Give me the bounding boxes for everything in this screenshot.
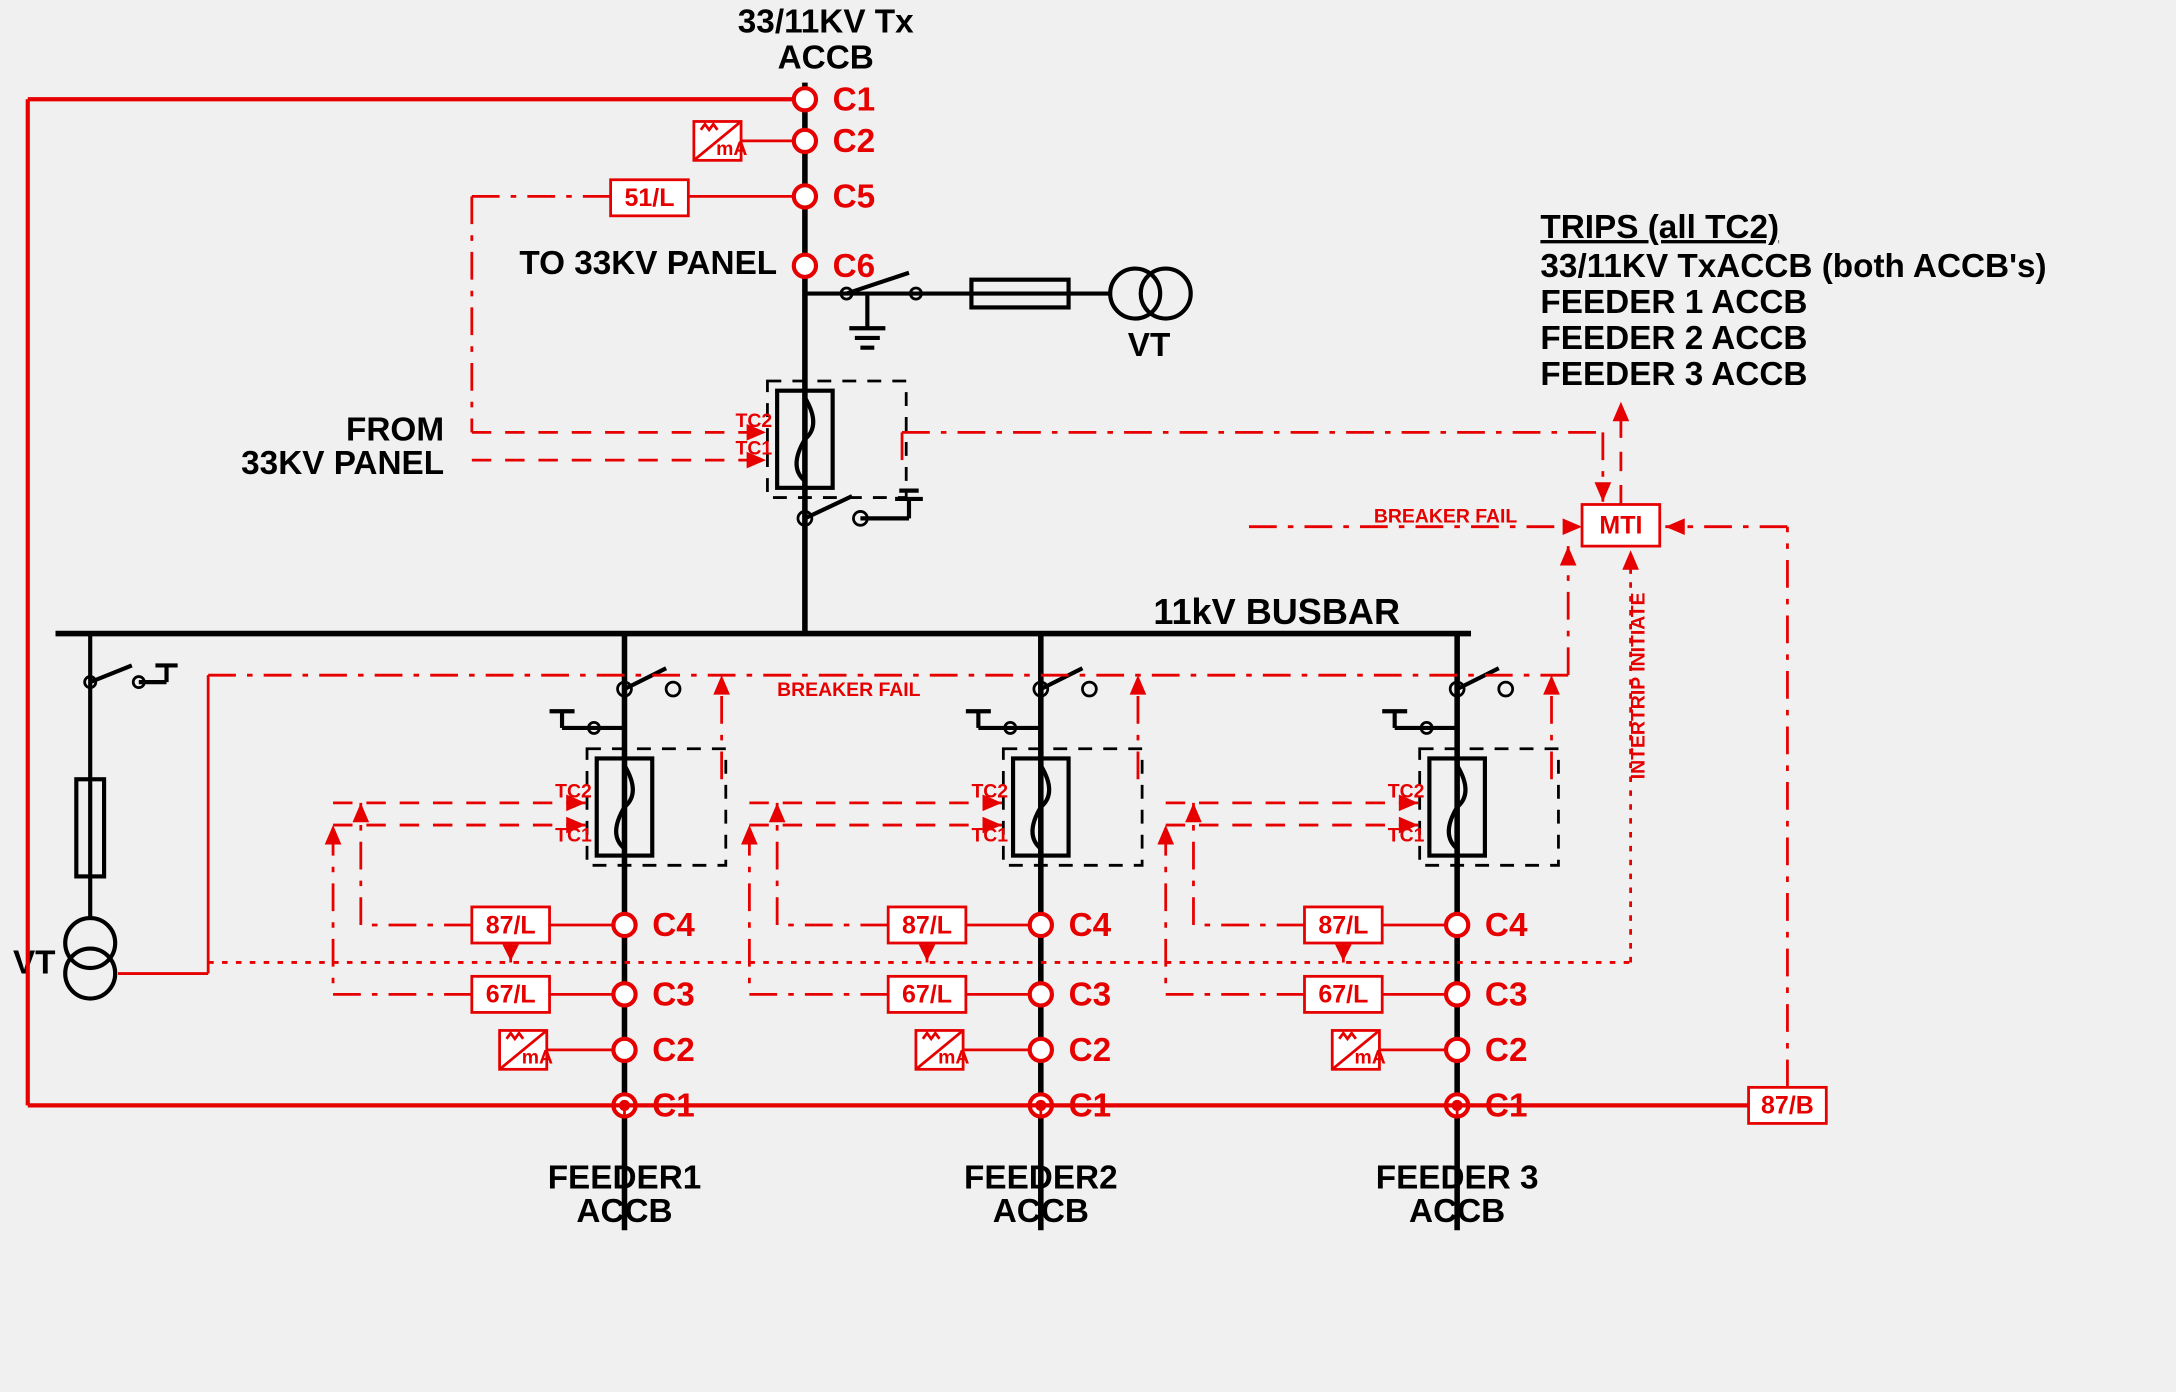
busbar-label: 11kV BUSBAR xyxy=(1153,591,1400,632)
trips-list: TRIPS (all TC2) 33/11KV TxACCB (both ACC… xyxy=(1540,209,2046,393)
svg-text:FROM: FROM xyxy=(346,412,444,449)
svg-text:33/11KV TxACCB (both ACCB's): 33/11KV TxACCB (both ACCB's) xyxy=(1540,248,2046,285)
relay-51L: 51/L xyxy=(472,180,794,433)
svg-text:67/L: 67/L xyxy=(1318,981,1368,1009)
svg-text:C2: C2 xyxy=(1069,1032,1112,1069)
svg-text:ACCB: ACCB xyxy=(1409,1193,1505,1230)
svg-text:TC2: TC2 xyxy=(555,780,592,802)
breaker-fail-bus: BREAKER FAIL xyxy=(208,546,1576,779)
svg-text:FEEDER 3 ACCB: FEEDER 3 ACCB xyxy=(1540,356,1807,393)
svg-text:87/B: 87/B xyxy=(1761,1092,1814,1120)
svg-text:TC1: TC1 xyxy=(1388,825,1425,847)
svg-text:C3: C3 xyxy=(652,976,695,1013)
breaker-fail-label-top: BREAKER FAIL xyxy=(1374,506,1518,528)
svg-text:C6: C6 xyxy=(833,248,876,285)
svg-text:67/L: 67/L xyxy=(486,981,536,1009)
svg-text:ACCB: ACCB xyxy=(576,1193,672,1230)
svg-text:TC1: TC1 xyxy=(736,438,773,460)
svg-text:ACCB: ACCB xyxy=(993,1193,1089,1230)
feeder-2: C4 C3 C2 C1 87/L 67/L TC2 TC1 FEEDER2 AC… xyxy=(741,634,1142,1231)
bus-vt: VT xyxy=(13,634,178,999)
title-line2: ACCB xyxy=(778,40,874,77)
svg-text:C1: C1 xyxy=(833,81,876,118)
svg-text:87/L: 87/L xyxy=(486,911,536,939)
intertrip-label: INTERTRIP INITIATE xyxy=(1627,592,1649,779)
svg-text:TC1: TC1 xyxy=(555,825,592,847)
svg-text:C2: C2 xyxy=(833,123,876,160)
svg-text:FEEDER 2 ACCB: FEEDER 2 ACCB xyxy=(1540,320,1807,357)
svg-text:C4: C4 xyxy=(1485,907,1528,944)
svg-text:C4: C4 xyxy=(652,907,695,944)
svg-text:MTI: MTI xyxy=(1599,512,1642,540)
svg-text:C4: C4 xyxy=(1069,907,1112,944)
tc-incomer: TC2 TC1 FROM 33KV PANEL xyxy=(241,410,772,482)
feeder-3: C4 C3 C2 C1 87/L 67/L TC2 TC1 FEEDER 3 A… xyxy=(1157,634,1558,1231)
svg-text:C3: C3 xyxy=(1485,976,1528,1013)
svg-text:FEEDER 1 ACCB: FEEDER 1 ACCB xyxy=(1540,284,1807,321)
svg-text:FEEDER1: FEEDER1 xyxy=(548,1160,702,1197)
svg-text:C2: C2 xyxy=(652,1032,695,1069)
svg-text:87/L: 87/L xyxy=(1318,911,1368,939)
svg-text:67/L: 67/L xyxy=(902,981,952,1009)
transducer-top: mA xyxy=(694,121,794,160)
title-line1: 33/11KV Tx xyxy=(738,4,914,41)
svg-text:TC2: TC2 xyxy=(1388,780,1425,802)
vt-secondary-bus xyxy=(118,675,208,973)
svg-text:33KV PANEL: 33KV PANEL xyxy=(241,445,444,482)
svg-text:VT: VT xyxy=(1128,327,1171,364)
incomer-breaker xyxy=(767,381,922,525)
svg-text:C2: C2 xyxy=(1485,1032,1528,1069)
feeder-1: C4 C3 C2 C1 87/L 67/L TC2 TC1 FEEDER1 AC… xyxy=(325,634,726,1231)
svg-text:C5: C5 xyxy=(833,179,876,216)
svg-text:FEEDER 3: FEEDER 3 xyxy=(1376,1160,1539,1197)
svg-text:TRIPS (all TC2): TRIPS (all TC2) xyxy=(1540,209,1779,246)
svg-text:51/L: 51/L xyxy=(624,184,674,212)
sld-diagram: 33/11KV Tx ACCB C1 C2 C5 C6 mA 51/L TO 3… xyxy=(0,0,2176,1392)
svg-text:C3: C3 xyxy=(1069,976,1112,1013)
svg-text:BREAKER FAIL: BREAKER FAIL xyxy=(777,679,921,701)
mti-block: MTI xyxy=(1582,402,1660,546)
svg-text:TC1: TC1 xyxy=(971,825,1008,847)
svg-text:87/L: 87/L xyxy=(902,911,952,939)
label-to-33kv: TO 33KV PANEL xyxy=(519,245,777,282)
svg-text:VT: VT xyxy=(13,945,56,982)
svg-text:TC2: TC2 xyxy=(971,780,1008,802)
svg-text:FEEDER2: FEEDER2 xyxy=(964,1160,1118,1197)
svg-text:TC2: TC2 xyxy=(736,410,773,432)
